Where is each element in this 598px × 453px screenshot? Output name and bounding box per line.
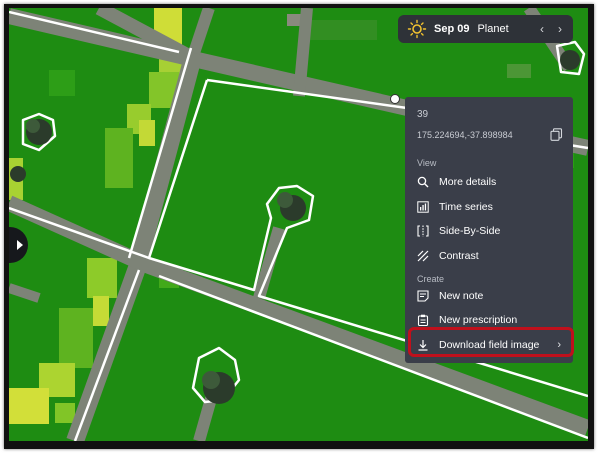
- contrast-icon: [417, 250, 429, 262]
- new-note-item[interactable]: New note: [417, 286, 567, 306]
- download-field-image-item[interactable]: Download field image ›: [417, 335, 567, 355]
- side-by-side-label: Side-By-Side: [439, 225, 501, 237]
- create-section-label: Create: [417, 274, 445, 284]
- more-details-label: More details: [439, 176, 497, 188]
- copy-icon[interactable]: [550, 128, 563, 141]
- chevron-right-icon: ›: [557, 339, 561, 351]
- time-series-label: Time series: [439, 201, 493, 213]
- search-icon: [417, 176, 429, 188]
- location-pin: [390, 94, 400, 104]
- chevron-left-icon[interactable]: ‹: [540, 22, 544, 36]
- contrast-item[interactable]: Contrast: [417, 246, 567, 266]
- coordinates: 175.224694,-37.898984: [417, 130, 513, 140]
- imagery-date-bar: Sep 09 Planet ‹ ›: [398, 15, 573, 43]
- chevron-right-icon[interactable]: ›: [558, 22, 562, 36]
- download-field-image-label: Download field image: [439, 339, 540, 351]
- imagery-provider: Planet: [477, 23, 509, 35]
- clipboard-icon: [417, 314, 429, 326]
- download-icon: [418, 340, 428, 351]
- new-prescription-label: New prescription: [439, 314, 518, 326]
- time-series-item[interactable]: Time series: [417, 197, 567, 217]
- more-details-item[interactable]: More details: [417, 172, 567, 192]
- sun-icon: [407, 19, 427, 39]
- new-prescription-item[interactable]: New prescription: [417, 310, 567, 330]
- contrast-label: Contrast: [439, 250, 479, 262]
- note-icon: [417, 290, 429, 302]
- bar-chart-icon: [417, 201, 429, 213]
- side-by-side-item[interactable]: Side-By-Side: [417, 221, 567, 241]
- field-id: 39: [417, 109, 429, 120]
- imagery-date: Sep 09: [434, 23, 470, 35]
- expand-arrow-icon: [16, 240, 23, 250]
- view-section-label: View: [417, 158, 437, 168]
- field-context-menu: 39 175.224694,-37.898984 View More detai…: [405, 97, 573, 363]
- new-note-label: New note: [439, 290, 484, 302]
- split-view-icon: [417, 225, 429, 237]
